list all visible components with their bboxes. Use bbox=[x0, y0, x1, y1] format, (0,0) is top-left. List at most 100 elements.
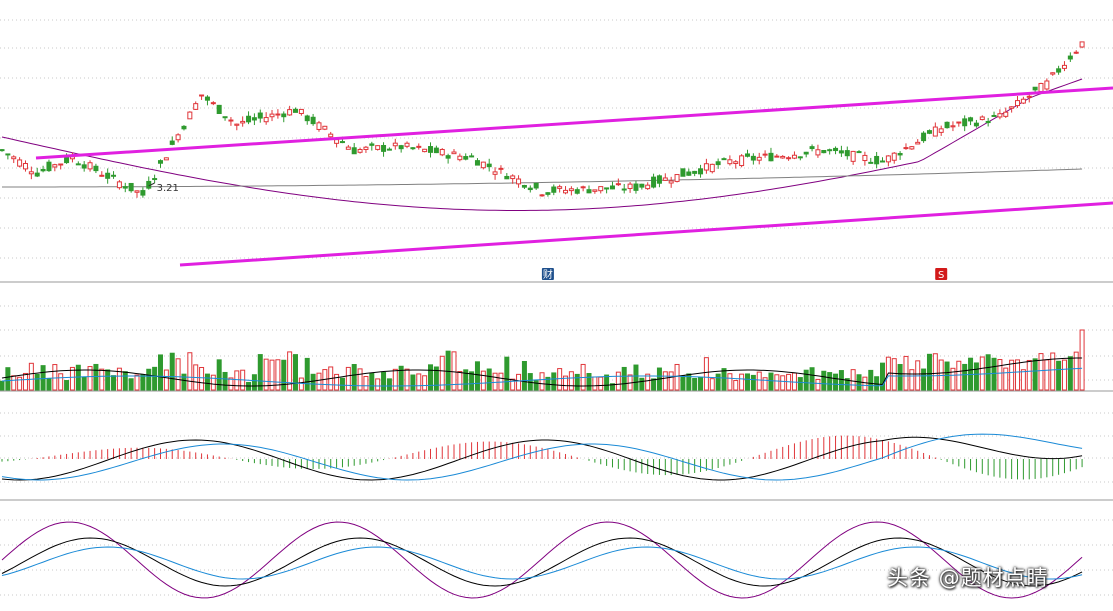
candle-body bbox=[744, 153, 750, 157]
candle-body bbox=[891, 152, 897, 161]
candle-body bbox=[111, 174, 117, 177]
candle-body bbox=[997, 113, 1003, 118]
candle-body bbox=[404, 142, 410, 147]
volume-bar bbox=[93, 363, 99, 391]
volume-bar bbox=[22, 372, 28, 391]
volume-bar bbox=[516, 373, 522, 391]
candle-body bbox=[1020, 98, 1026, 104]
candle-body bbox=[281, 113, 287, 118]
volume-bar bbox=[639, 377, 645, 391]
volume-bar bbox=[357, 368, 363, 391]
volume-bar bbox=[897, 364, 903, 391]
volume-bar bbox=[692, 377, 698, 391]
volume-bar bbox=[5, 367, 11, 391]
candle-body bbox=[369, 143, 375, 146]
candle-body bbox=[263, 117, 269, 123]
candle-body bbox=[199, 94, 205, 97]
volume-bar bbox=[58, 373, 64, 391]
volume-bar bbox=[486, 368, 492, 391]
volume-bar bbox=[803, 369, 809, 391]
volume-bar bbox=[703, 357, 709, 391]
volume-bar bbox=[598, 376, 604, 391]
candle-body bbox=[656, 175, 662, 184]
candle-body bbox=[463, 156, 469, 160]
candle-body bbox=[234, 123, 240, 126]
candle-body bbox=[733, 161, 739, 164]
grid-lines bbox=[0, 19, 1113, 596]
volume-bar bbox=[46, 378, 52, 391]
candle-body bbox=[11, 156, 17, 160]
candle-body bbox=[40, 168, 46, 172]
volume-bar bbox=[862, 376, 868, 391]
volume-bar bbox=[827, 372, 833, 391]
volume-bar bbox=[680, 375, 686, 391]
candle-body bbox=[228, 119, 234, 122]
volume-bar bbox=[956, 360, 962, 391]
volume-bar bbox=[921, 368, 927, 391]
candle-body bbox=[956, 121, 962, 124]
volume-bar bbox=[216, 359, 222, 391]
candle-body bbox=[1032, 86, 1038, 91]
candle-body bbox=[17, 159, 23, 167]
candle-body bbox=[486, 163, 492, 168]
volume-bar bbox=[40, 365, 46, 391]
candle-body bbox=[293, 108, 298, 113]
volume-bar bbox=[410, 374, 416, 391]
volume-bar bbox=[891, 358, 897, 391]
volume-bar bbox=[175, 358, 181, 391]
candle-body bbox=[46, 161, 52, 172]
candle-body bbox=[1003, 111, 1009, 117]
candle-body bbox=[592, 189, 598, 192]
volume-bar bbox=[733, 380, 739, 391]
candle-body bbox=[803, 151, 809, 155]
candle-body bbox=[645, 184, 651, 190]
volume-bar bbox=[34, 373, 40, 391]
volume-bar bbox=[204, 373, 210, 391]
candle-body bbox=[345, 146, 351, 150]
candle-body bbox=[750, 155, 756, 161]
volume-bar bbox=[169, 352, 175, 391]
volume-bar bbox=[386, 378, 392, 391]
volume-bar bbox=[709, 378, 715, 391]
volume-bar bbox=[1067, 356, 1073, 391]
volume-bar bbox=[99, 368, 105, 391]
candle-body bbox=[527, 187, 533, 191]
volume-bar bbox=[944, 361, 950, 391]
candle-body bbox=[680, 168, 686, 177]
event-marker-label: 财 bbox=[543, 268, 553, 281]
candle-body bbox=[856, 151, 862, 154]
candle-body bbox=[574, 189, 580, 194]
volume-bar bbox=[199, 366, 205, 391]
candle-body bbox=[152, 178, 158, 181]
candle-body bbox=[698, 168, 704, 175]
volume-bar bbox=[146, 368, 152, 391]
volume-bar bbox=[316, 372, 322, 391]
candle-body bbox=[1056, 68, 1062, 73]
candle-body bbox=[662, 177, 668, 181]
volume-bar bbox=[621, 366, 627, 391]
volume-bar bbox=[909, 369, 915, 391]
stock-chart: 3.21 财 S bbox=[0, 19, 1113, 599]
candle-body bbox=[627, 183, 633, 189]
candle-body bbox=[433, 147, 439, 154]
volume-bar bbox=[651, 378, 657, 391]
candle-body bbox=[885, 155, 891, 163]
candle-body bbox=[604, 187, 610, 190]
candle-body bbox=[216, 104, 222, 115]
candle-body bbox=[52, 164, 58, 168]
volume-bar bbox=[962, 363, 968, 391]
volume-bar bbox=[1079, 329, 1085, 391]
volume-bar bbox=[868, 369, 874, 391]
candle-body bbox=[521, 185, 527, 188]
candle-body bbox=[287, 109, 293, 116]
candle-body bbox=[445, 155, 451, 159]
volume-bar bbox=[392, 368, 398, 391]
volume-bar bbox=[973, 362, 979, 391]
candle-body bbox=[451, 151, 457, 155]
candle-body bbox=[351, 147, 357, 155]
candle-body bbox=[932, 126, 938, 137]
volume-bar bbox=[334, 373, 340, 391]
volume-bar bbox=[533, 380, 539, 391]
volume-bar bbox=[774, 374, 780, 391]
candle-body bbox=[791, 154, 797, 159]
